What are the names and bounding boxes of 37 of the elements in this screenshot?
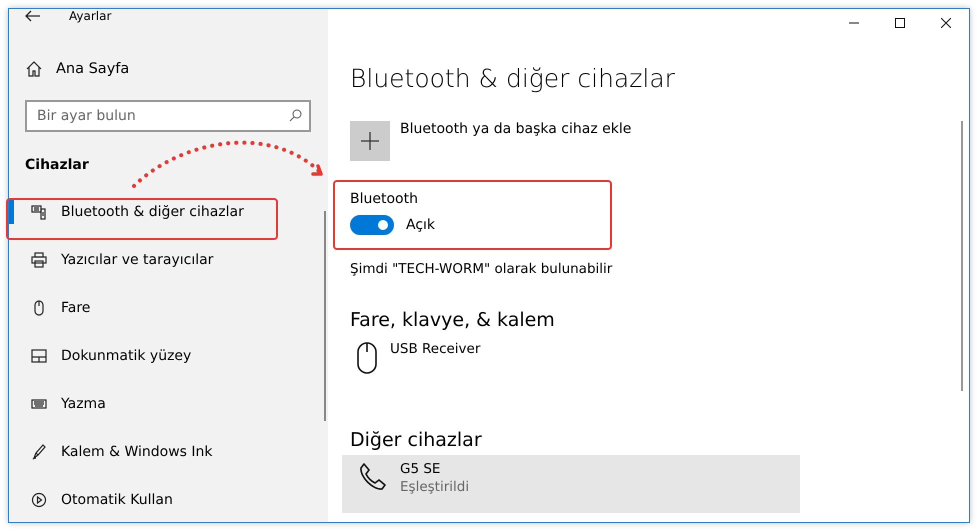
plus-icon xyxy=(361,132,379,150)
page-heading: Bluetooth & diğer cihazlar xyxy=(350,64,676,95)
discoverable-text: Şimdi "TECH-WORM" olarak bulunabilir xyxy=(350,261,614,277)
add-device-button[interactable] xyxy=(350,121,390,161)
add-device-label[interactable]: Bluetooth ya da başka cihaz ekle xyxy=(400,121,632,161)
section-title: Cihazlar xyxy=(25,157,89,173)
touchpad-icon xyxy=(31,348,47,364)
device-item[interactable]: USB Receiver xyxy=(342,335,800,381)
nav-item[interactable]: Yazıcılar ve tarayıcılar xyxy=(61,252,214,268)
window-title: Ayarlar xyxy=(69,9,112,23)
device-item[interactable]: G5 SE Eşleştirildi xyxy=(342,455,800,513)
mouse-icon xyxy=(356,341,378,375)
maximize-icon xyxy=(895,18,905,28)
nav-item[interactable]: Bluetooth & diğer cihazlar xyxy=(61,204,244,220)
nav-item[interactable]: Yazma xyxy=(61,396,106,412)
nav-item[interactable]: Otomatik Kullan xyxy=(61,492,173,508)
device-name: USB Receiver xyxy=(390,341,480,357)
pen-icon xyxy=(31,444,47,460)
device-status: Eşleştirildi xyxy=(400,479,470,495)
section-heading: Diğer cihazlar xyxy=(350,429,483,451)
toggle-state: Açık xyxy=(406,217,436,233)
back-icon[interactable] xyxy=(25,10,41,22)
bluetooth-toggle[interactable] xyxy=(350,215,394,235)
search-field[interactable]: Bir ayar bulun xyxy=(25,100,311,132)
nav-item[interactable]: Kalem & Windows Ink xyxy=(61,444,213,460)
play-circle-icon xyxy=(31,492,47,508)
nav-item[interactable]: Fare xyxy=(61,300,90,316)
search-icon xyxy=(289,109,302,122)
home-link[interactable]: Ana Sayfa xyxy=(56,61,130,77)
printer-icon xyxy=(31,252,47,268)
bluetooth-label: Bluetooth xyxy=(350,191,419,207)
devices-icon xyxy=(31,204,47,220)
device-name: G5 SE xyxy=(400,461,442,477)
nav-item[interactable]: Dokunmatik yüzey xyxy=(61,348,192,364)
close-icon xyxy=(941,18,951,28)
home-icon xyxy=(26,61,42,77)
section-heading: Fare, klavye, & kalem xyxy=(350,309,556,331)
